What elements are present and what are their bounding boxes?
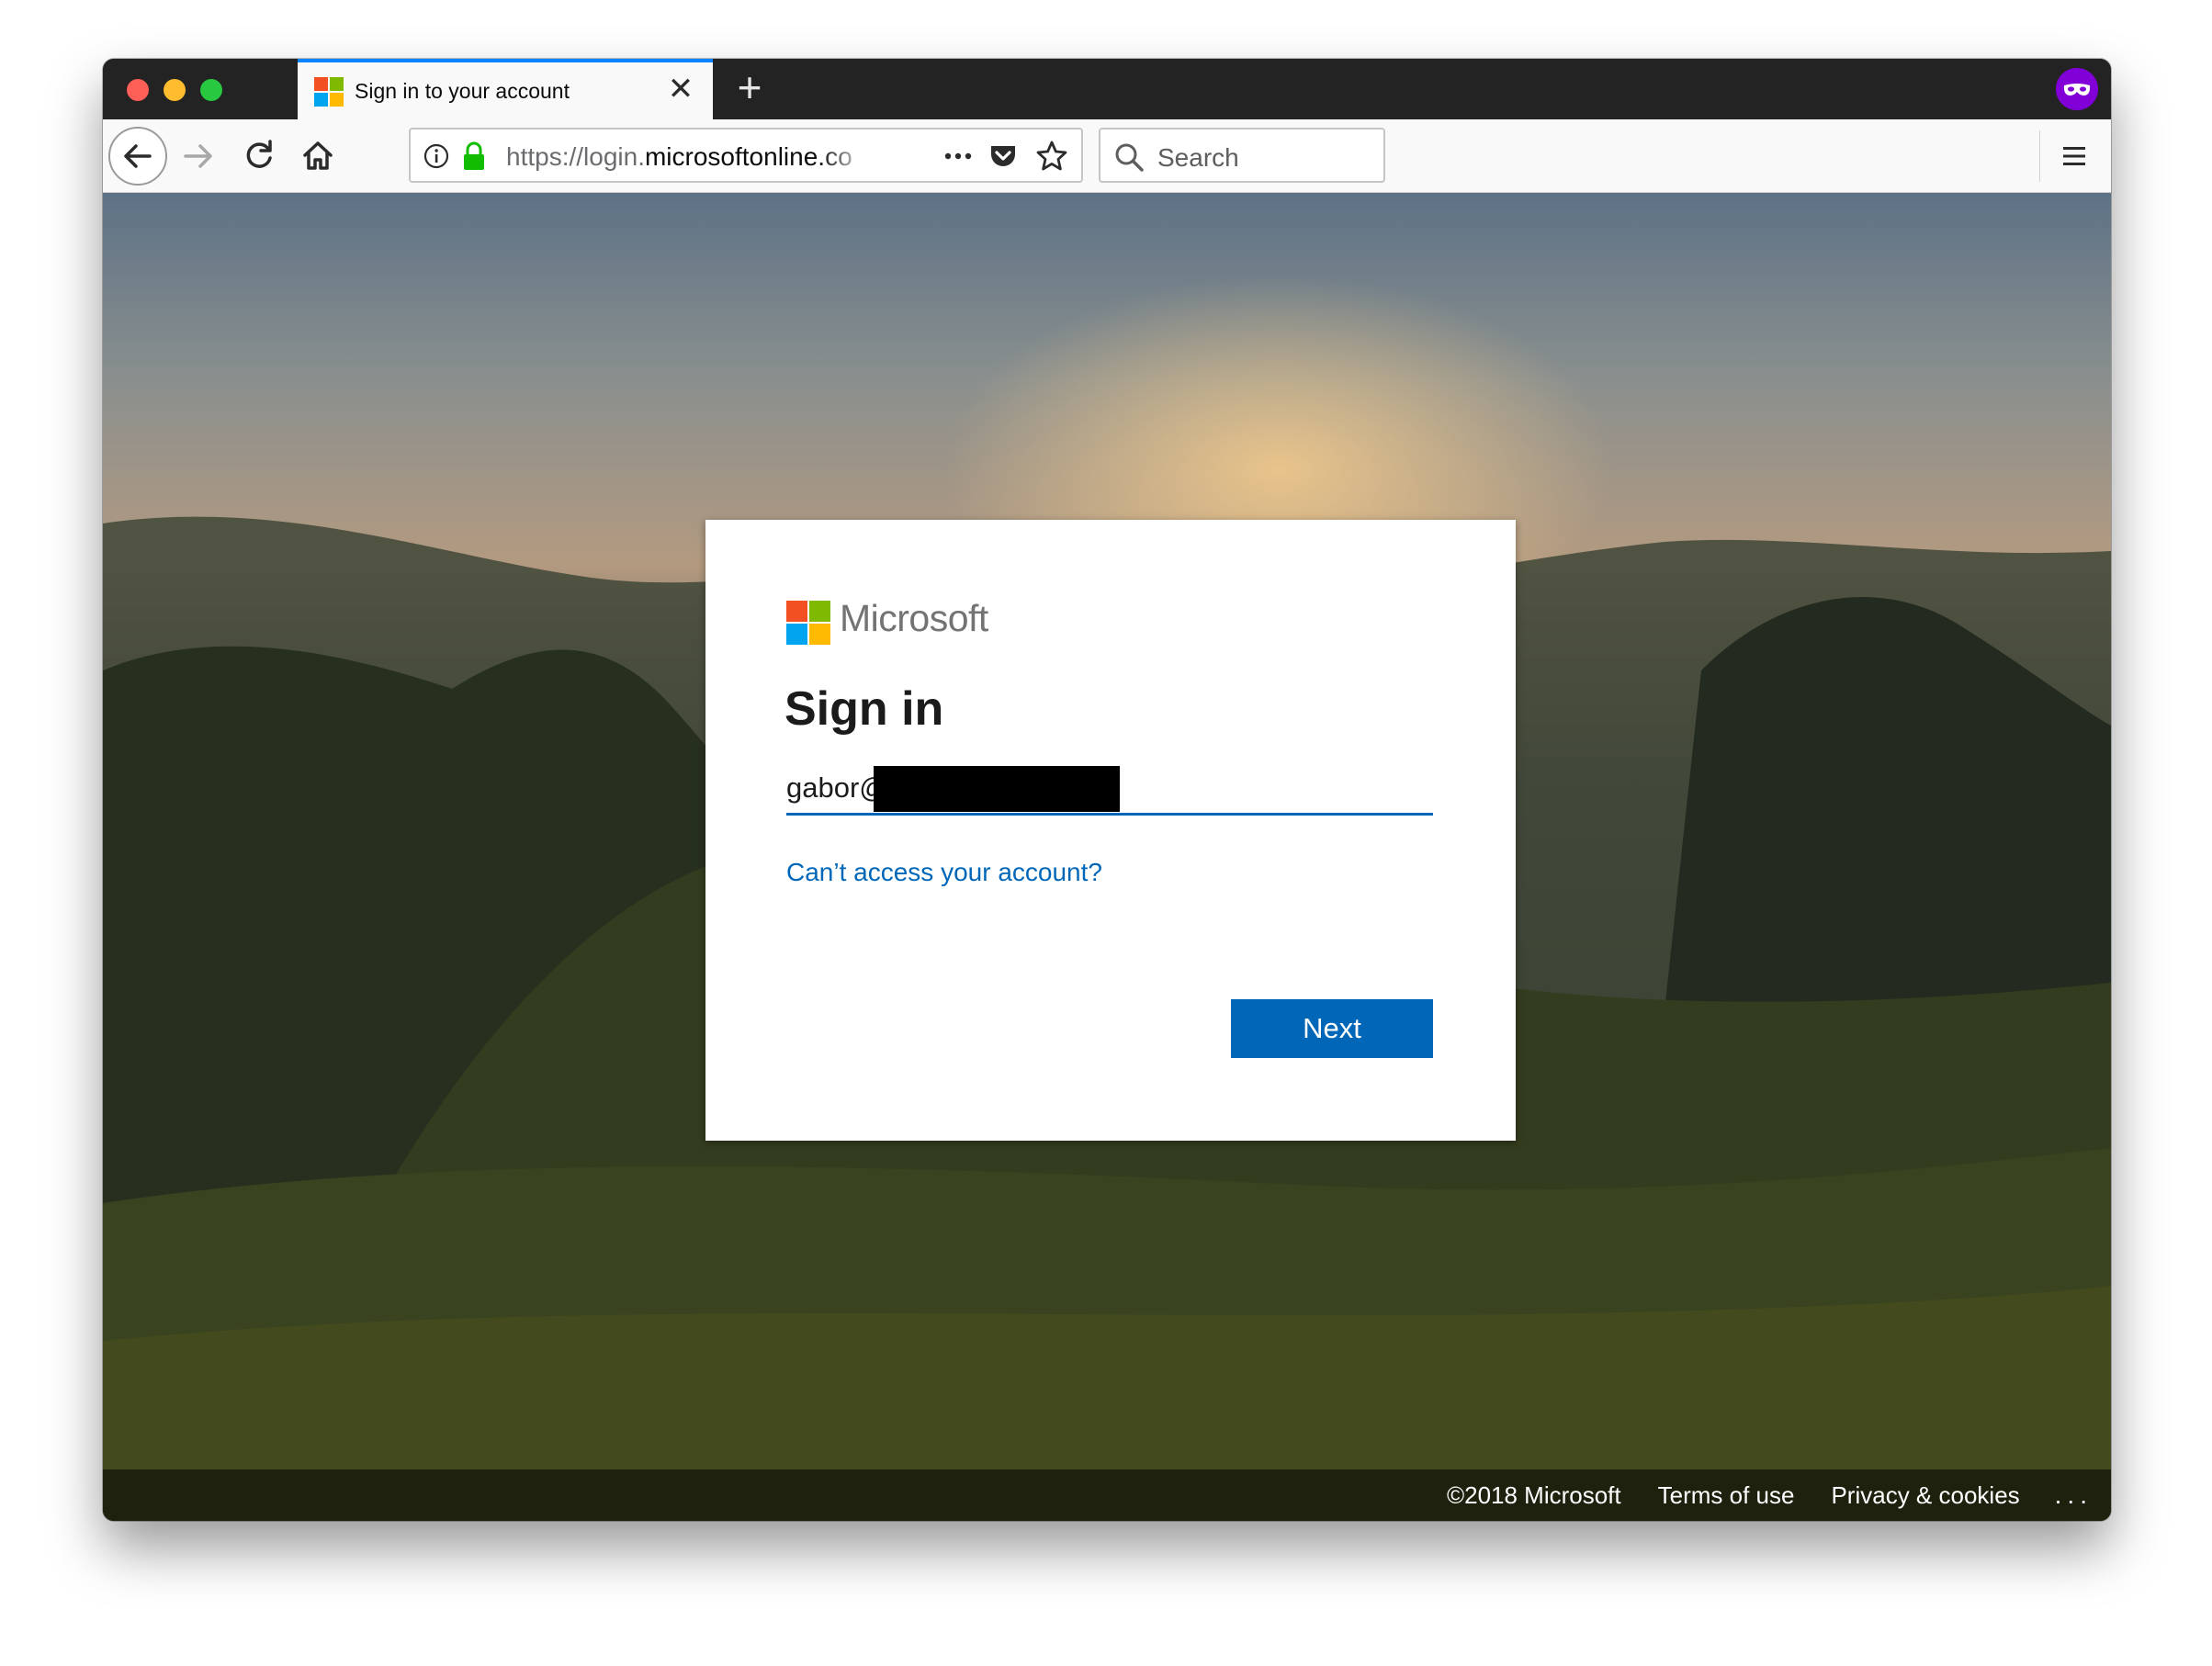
privacy-cookies-link[interactable]: Privacy & cookies: [1831, 1481, 2019, 1510]
copyright-text: ©2018 Microsoft: [1446, 1480, 1621, 1509]
search-placeholder: Search: [1157, 143, 1239, 172]
page-viewport: Microsoft Sign in gabor@ Can’t access yo…: [103, 193, 2111, 1521]
brand-wordmark: Microsoft: [840, 597, 988, 639]
window-zoom-button[interactable]: [200, 79, 222, 101]
tab-sign-in[interactable]: Sign in to your account ✕: [298, 59, 713, 119]
next-button[interactable]: Next: [1231, 999, 1433, 1058]
window-minimize-button[interactable]: [164, 79, 186, 101]
tab-close-icon[interactable]: ✕: [667, 73, 694, 105]
forward-button[interactable]: [169, 127, 228, 186]
cant-access-account-link[interactable]: Can’t access your account?: [786, 858, 1102, 887]
home-button[interactable]: [288, 127, 347, 186]
microsoft-logo-icon: [314, 77, 344, 107]
secure-lock-icon[interactable]: [462, 141, 486, 171]
hamburger-menu-icon[interactable]: [2056, 138, 2093, 174]
url-prefix: https://login.: [506, 142, 645, 171]
reload-button[interactable]: [230, 127, 288, 186]
toolbar-divider: [2039, 130, 2040, 182]
tab-title: Sign in to your account: [355, 79, 570, 103]
page-actions-icon[interactable]: [942, 144, 975, 168]
sign-in-card: Microsoft Sign in gabor@ Can’t access yo…: [705, 520, 1516, 1141]
more-options-button[interactable]: ...: [2055, 1480, 2093, 1510]
page-title: Sign in: [784, 682, 944, 736]
new-tab-button[interactable]: +: [729, 66, 770, 108]
browser-window: Sign in to your account ✕ + https://logi…: [103, 59, 2111, 1521]
redaction-block: [874, 766, 1120, 812]
window-close-button[interactable]: [127, 79, 149, 101]
home-icon: [303, 141, 333, 170]
tab-strip: Sign in to your account ✕ +: [103, 59, 2111, 119]
email-field[interactable]: gabor@: [786, 766, 1433, 816]
address-bar[interactable]: https://login.microsoftonline.co: [409, 128, 1083, 183]
terms-of-use-link[interactable]: Terms of use: [1658, 1481, 1795, 1510]
reload-icon: [246, 140, 272, 168]
arrow-right-icon: [184, 144, 212, 168]
search-icon: [1115, 143, 1144, 172]
page-footer: ©2018 Microsoft Terms of use Privacy & c…: [103, 1469, 2111, 1521]
url-text[interactable]: https://login.microsoftonline.co: [506, 142, 870, 174]
private-browsing-mask-icon: [2056, 68, 2098, 110]
navigation-toolbar: https://login.microsoftonline.co Search: [103, 119, 2111, 193]
search-bar[interactable]: Search: [1099, 128, 1385, 183]
url-domain: microsoftonline.co: [644, 142, 852, 171]
pocket-icon[interactable]: [988, 141, 1019, 172]
site-info-icon[interactable]: [423, 143, 449, 169]
back-button[interactable]: [108, 127, 167, 186]
microsoft-logo-icon: [786, 601, 830, 645]
arrow-left-icon: [124, 144, 152, 168]
bookmark-star-icon[interactable]: [1035, 140, 1068, 173]
